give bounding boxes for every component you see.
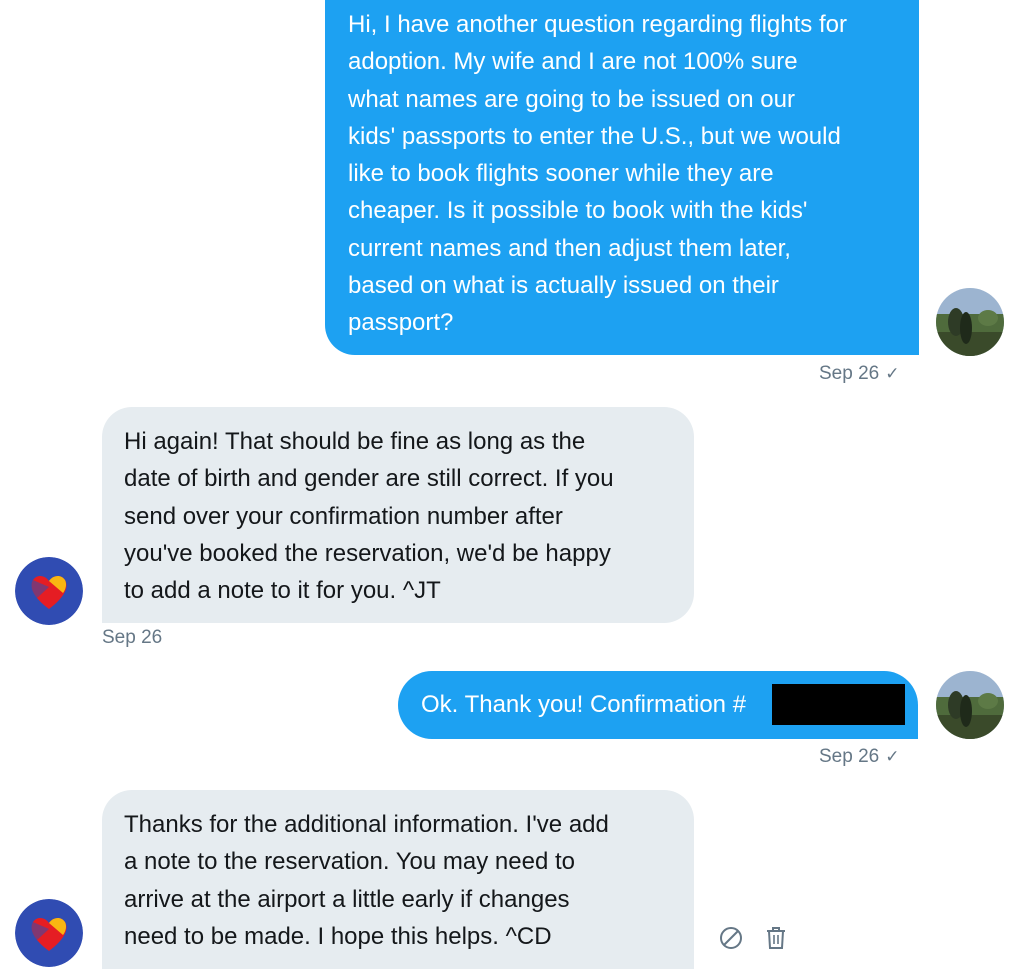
southwest-avatar[interactable]	[15, 557, 83, 625]
block-icon[interactable]	[717, 924, 745, 952]
incoming-message-bubble: Thanks for the additional information. I…	[102, 790, 694, 969]
redaction-bar	[772, 684, 905, 725]
message-timestamp: Sep 26	[102, 627, 163, 648]
checkmark-icon: ✓	[885, 364, 900, 383]
user-avatar[interactable]	[936, 671, 1004, 739]
trash-icon[interactable]	[762, 924, 790, 952]
message-timestamp: Sep 26 ✓	[819, 746, 900, 767]
outgoing-message-bubble: Hi, I have another question regarding fl…	[325, 0, 919, 355]
incoming-message-bubble: Hi again! That should be fine as long as…	[102, 407, 694, 623]
message-timestamp: Sep 26 ✓	[819, 363, 900, 384]
user-avatar[interactable]	[936, 288, 1004, 356]
checkmark-icon: ✓	[885, 747, 900, 766]
southwest-avatar[interactable]	[15, 899, 83, 967]
